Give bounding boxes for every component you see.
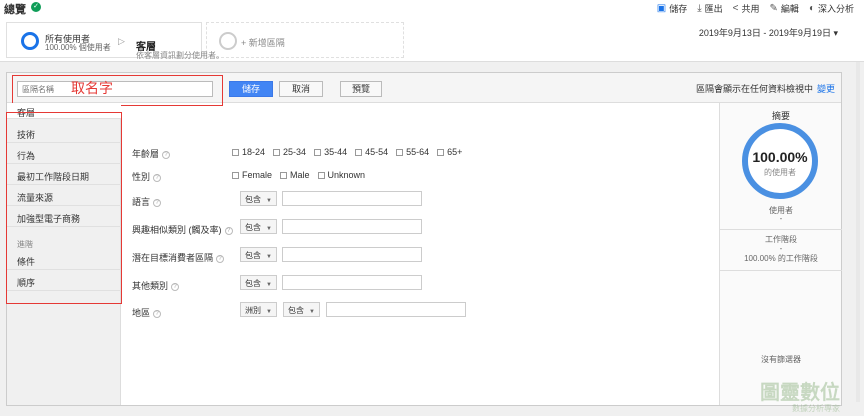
- help-icon[interactable]: ?: [153, 173, 162, 182]
- caret-down-icon: ▼: [309, 309, 315, 315]
- segment-editor: 取名字 儲存 取消 預覽 區隔會顯示在任何資料檢視中變更 客層 技術 行為 最初…: [6, 72, 842, 406]
- summary-percent-label: 的使用者: [764, 168, 796, 177]
- segment-bar: 所有使用者 100.00% 個使用者 + 新增區隔 2019年9月13日 - 2…: [0, 16, 864, 62]
- other-value-input[interactable]: [282, 275, 422, 290]
- summary-no-filter: 沒有篩選器: [761, 355, 801, 364]
- annotation-label: 取名字: [71, 80, 113, 96]
- watermark-logo: 圖靈數位 數據分析專家: [760, 382, 840, 413]
- help-icon[interactable]: ?: [171, 282, 180, 291]
- summary-users-value: -: [779, 214, 783, 223]
- summary-divider: [720, 229, 842, 230]
- language-label: 語言?: [132, 195, 162, 208]
- report-toolbar: ▣ 儲存 ⤓ 匯出 < 共用 ✎ 編輯 ◐ 深入分析: [657, 2, 854, 15]
- cancel-button[interactable]: 取消: [279, 81, 323, 97]
- help-icon[interactable]: ?: [153, 309, 162, 318]
- checkbox[interactable]: [355, 148, 363, 156]
- insights-icon: ◐: [808, 3, 815, 14]
- age-checkbox[interactable]: 25-34: [273, 147, 306, 157]
- location-label: 地區?: [132, 306, 162, 319]
- segment-summary-panel: 摘要 100.00% 的使用者 使用者 - 工作階段 - 100.00% 的工作…: [719, 103, 842, 405]
- checkbox[interactable]: [232, 148, 239, 156]
- summary-title: 摘要: [771, 111, 790, 121]
- caret-down-icon: ▼: [266, 309, 272, 315]
- visibility-note: 區隔會顯示在任何資料檢視中 變更: [695, 84, 835, 94]
- other-category-label: 其他類別?: [132, 279, 180, 292]
- export-button[interactable]: ⤓ 匯出: [697, 2, 722, 15]
- in-market-operator-select[interactable]: 包含 ▼: [240, 247, 277, 262]
- affinity-operator-select[interactable]: 包含 ▼: [240, 219, 277, 234]
- share-button[interactable]: < 共用: [733, 2, 760, 15]
- help-icon[interactable]: ?: [216, 254, 225, 263]
- language-value-input[interactable]: [282, 191, 422, 206]
- age-checkbox[interactable]: 35-44: [314, 147, 347, 157]
- segment-share: 100.00% 個使用者: [45, 43, 111, 52]
- location-operator-select[interactable]: 包含 ▼: [283, 302, 320, 317]
- gender-checkbox[interactable]: Male: [280, 170, 310, 180]
- summary-divider: [720, 270, 842, 271]
- page-title: 總覽: [4, 4, 26, 16]
- annotation-box-nav: [6, 112, 122, 304]
- gender-checkbox-group: Female Male Unknown: [232, 170, 365, 180]
- verified-icon: ✓: [31, 2, 41, 12]
- annotation-box-name: [12, 75, 223, 106]
- summary-percent: 100.00%: [752, 149, 808, 165]
- age-checkbox[interactable]: 18-24: [232, 147, 265, 157]
- chevron-down-icon: ▾: [833, 28, 838, 38]
- checkbox[interactable]: [273, 148, 281, 156]
- add-segment-label: + 新增區隔: [241, 38, 285, 48]
- edit-button[interactable]: ✎ 編輯: [770, 2, 799, 15]
- checkbox[interactable]: [396, 148, 404, 156]
- page-scrollbar[interactable]: [856, 62, 860, 402]
- checkbox[interactable]: [317, 171, 325, 179]
- save-button[interactable]: 儲存: [229, 81, 273, 97]
- caret-down-icon: ▼: [266, 282, 272, 288]
- checkbox[interactable]: [437, 148, 445, 156]
- checkbox[interactable]: [232, 171, 239, 179]
- change-visibility-link[interactable]: 變更: [817, 84, 835, 94]
- caret-down-icon: ▼: [266, 198, 272, 204]
- in-market-value-input[interactable]: [282, 247, 422, 262]
- summary-ring: 100.00% 的使用者: [742, 123, 818, 199]
- gender-checkbox[interactable]: Female: [232, 170, 272, 180]
- checkbox[interactable]: [280, 171, 288, 179]
- caret-down-icon: ▼: [266, 226, 272, 232]
- save-icon: ▣: [656, 3, 667, 14]
- gender-checkbox[interactable]: Unknown: [317, 170, 365, 180]
- help-icon[interactable]: ?: [153, 198, 162, 207]
- chevron-right-icon: ▷: [118, 36, 125, 46]
- affinity-value-input[interactable]: [282, 219, 422, 234]
- add-segment-card[interactable]: + 新增區隔: [206, 22, 404, 58]
- summary-sessions-pct: 100.00% 的工作階段: [744, 254, 818, 263]
- caret-down-icon: ▼: [266, 254, 272, 260]
- location-value-input[interactable]: [326, 302, 466, 317]
- age-checkbox[interactable]: 45-54: [355, 147, 388, 157]
- summary-sessions-value: -: [779, 244, 783, 253]
- help-icon[interactable]: ?: [224, 226, 233, 235]
- segment-ring-icon: [21, 32, 39, 50]
- affinity-label: 興趣相似類別 (觸及率)?: [132, 223, 233, 236]
- gender-label: 性別?: [132, 170, 162, 183]
- edit-icon: ✎: [769, 3, 778, 14]
- preview-button[interactable]: 預覽: [340, 81, 382, 97]
- other-operator-select[interactable]: 包含 ▼: [240, 275, 277, 290]
- age-checkbox[interactable]: 55-64: [396, 147, 429, 157]
- date-range-picker[interactable]: 2019年9月13日 - 2019年9月19日 ▾: [699, 26, 838, 39]
- age-checkbox-group: 18-24 25-34 35-44 45-54 55-64 65+: [232, 147, 462, 157]
- in-market-label: 潛在目標消費者區隔?: [132, 251, 225, 264]
- share-icon: <: [732, 3, 739, 14]
- age-label: 年齡層?: [132, 147, 171, 160]
- empty-segment-icon: [219, 32, 237, 50]
- help-icon[interactable]: ?: [162, 150, 171, 159]
- export-icon: ⤓: [697, 3, 702, 14]
- report-header: 總覽 ✓ ▣ 儲存 ⤓ 匯出 < 共用 ✎ 編輯 ◐ 深入分析: [0, 0, 864, 16]
- save-report-button[interactable]: ▣ 儲存: [657, 2, 687, 15]
- age-checkbox[interactable]: 65+: [437, 147, 462, 157]
- checkbox[interactable]: [314, 148, 322, 156]
- insights-button[interactable]: ◐ 深入分析: [809, 2, 854, 15]
- section-subtitle: 依客層資訊劃分使用者。: [136, 51, 224, 60]
- language-operator-select[interactable]: 包含 ▼: [240, 191, 277, 206]
- location-dimension-select[interactable]: 洲別 ▼: [240, 302, 277, 317]
- editor-header: 取名字 儲存 取消 預覽 區隔會顯示在任何資料檢視中變更: [7, 73, 841, 106]
